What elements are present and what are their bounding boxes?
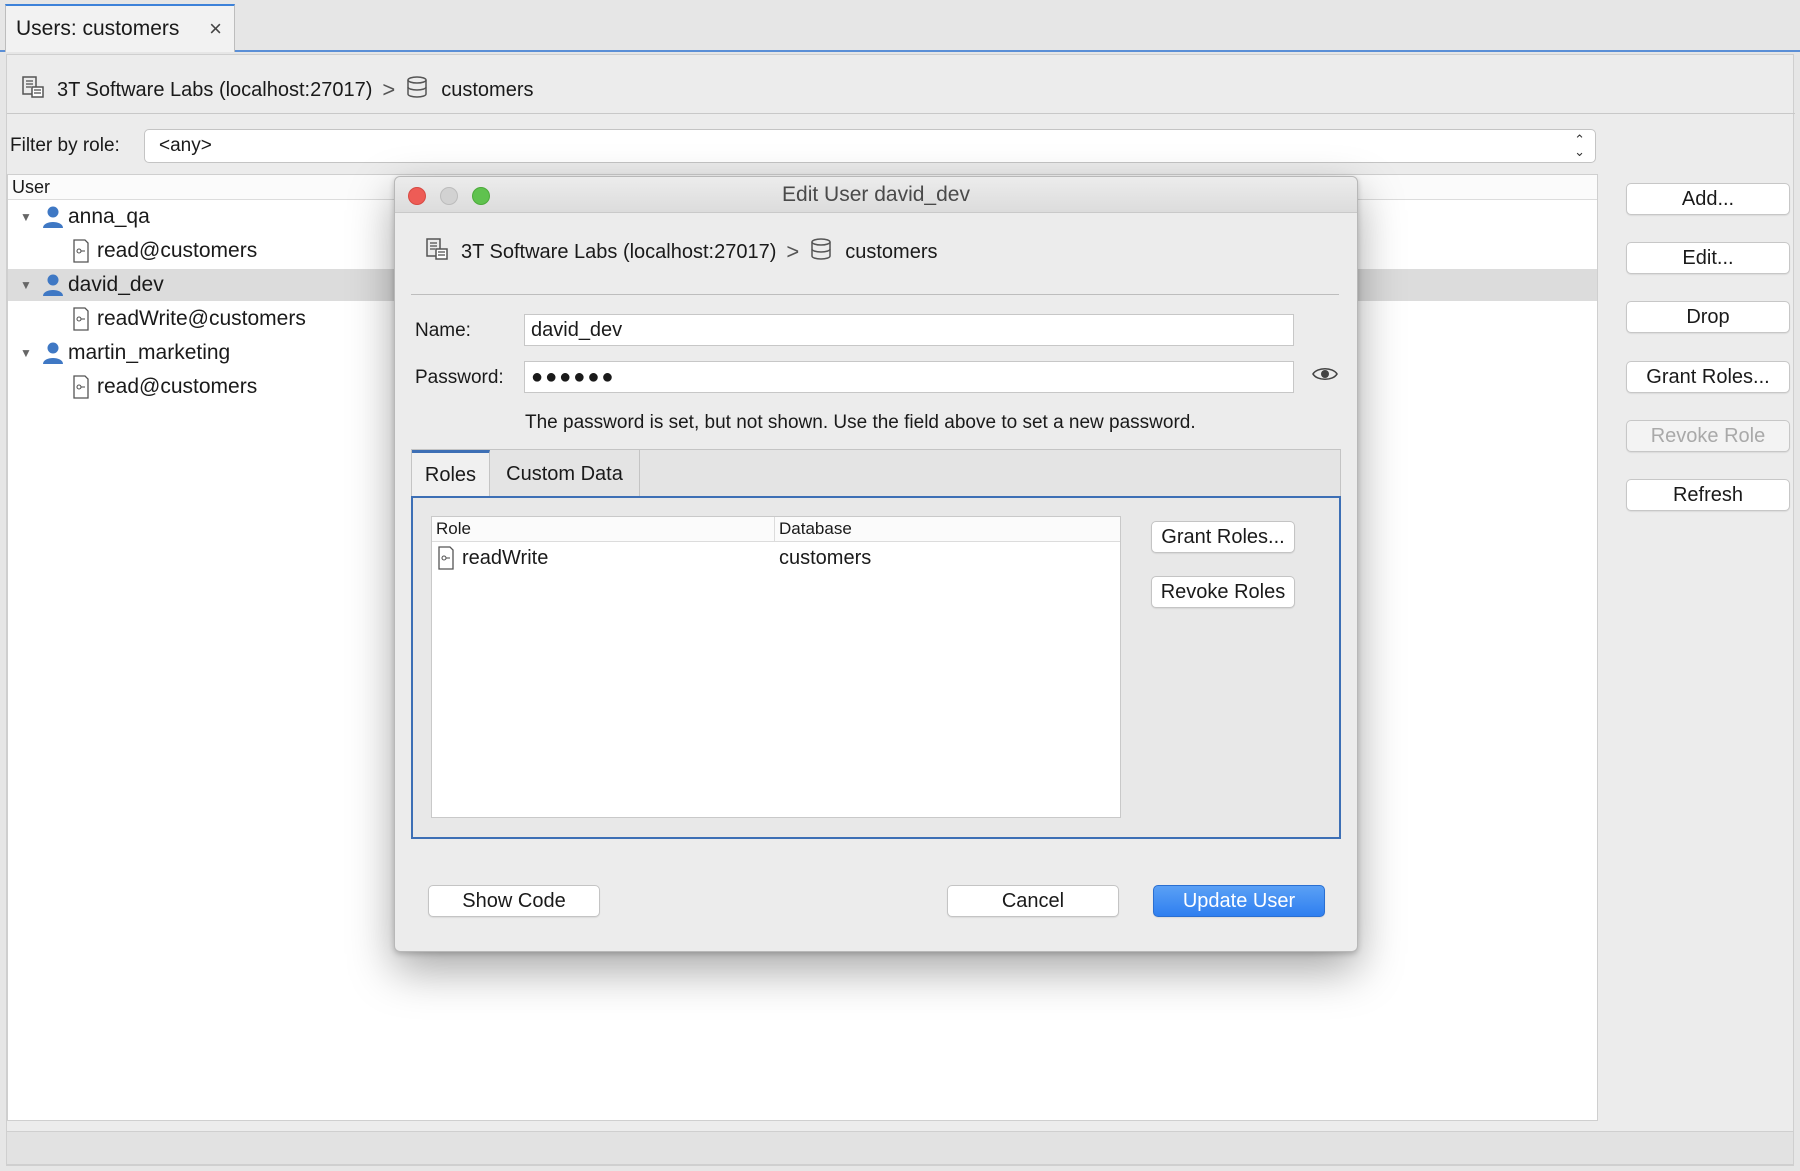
edit-button[interactable]: Edit...: [1626, 242, 1790, 274]
dialog-title: Edit User david_dev: [782, 182, 970, 206]
role-name: readWrite: [462, 546, 549, 569]
revoke-role-button[interactable]: Revoke Role: [1626, 420, 1790, 452]
column-header-role[interactable]: Role: [432, 517, 775, 541]
add-button[interactable]: Add...: [1626, 183, 1790, 215]
server-icon: [21, 75, 45, 105]
select-arrows-icon: ⌃ ⌄: [1574, 132, 1585, 159]
tab-custom-data[interactable]: Custom Data: [490, 450, 640, 498]
chevron-right-icon: >: [382, 77, 396, 102]
dialog-tabs: Roles Custom Data Role Database readWrit…: [411, 449, 1341, 839]
eye-icon[interactable]: [1312, 365, 1338, 383]
cancel-button[interactable]: Cancel: [947, 885, 1119, 917]
database-icon: [809, 237, 833, 267]
tab-users-customers[interactable]: Users: customers ×: [5, 4, 235, 52]
role-label: readWrite@customers: [97, 307, 306, 330]
dialog-grant-roles-button[interactable]: Grant Roles...: [1151, 521, 1295, 553]
status-bar: [6, 1131, 1794, 1165]
breadcrumb-connection[interactable]: 3T Software Labs (localhost:27017): [57, 79, 372, 102]
grant-roles-button[interactable]: Grant Roles...: [1626, 361, 1790, 393]
breadcrumb-database[interactable]: customers: [441, 79, 533, 102]
database-icon: [405, 75, 429, 105]
dialog-breadcrumb: 3T Software Labs (localhost:27017) > cus…: [425, 235, 937, 269]
roles-table-header: Role Database: [432, 517, 1120, 542]
filter-value: <any>: [159, 135, 212, 156]
name-label: Name:: [415, 320, 471, 341]
column-header-database[interactable]: Database: [775, 517, 852, 541]
close-window-button[interactable]: [408, 187, 426, 205]
role-icon: [438, 546, 454, 570]
dialog-breadcrumb-connection: 3T Software Labs (localhost:27017): [461, 240, 777, 263]
user-name: martin_marketing: [68, 341, 231, 364]
breadcrumb: 3T Software Labs (localhost:27017) > cus…: [21, 73, 533, 107]
role-label: read@customers: [97, 375, 258, 398]
dialog-breadcrumb-database: customers: [845, 240, 938, 263]
drop-button[interactable]: Drop: [1626, 301, 1790, 333]
zoom-window-button[interactable]: [472, 187, 490, 205]
filter-label: Filter by role:: [10, 135, 120, 156]
tab-roles[interactable]: Roles: [412, 450, 490, 498]
show-code-button[interactable]: Show Code: [428, 885, 600, 917]
disclosure-triangle-icon[interactable]: ▼: [20, 278, 34, 292]
refresh-button[interactable]: Refresh: [1626, 479, 1790, 511]
update-user-button[interactable]: Update User: [1153, 885, 1325, 917]
role-icon: [73, 375, 89, 399]
role-database: customers: [779, 546, 872, 569]
password-label: Password:: [415, 367, 504, 388]
role-icon: [73, 239, 89, 263]
user-icon: [43, 274, 63, 296]
user-name: david_dev: [68, 273, 164, 296]
chevron-right-icon: >: [786, 239, 800, 264]
dialog-titlebar[interactable]: Edit User david_dev: [395, 177, 1357, 213]
table-row[interactable]: readWrite customers: [432, 542, 1120, 574]
divider: [411, 294, 1339, 295]
divider: [7, 113, 1795, 114]
disclosure-triangle-icon[interactable]: ▼: [20, 346, 34, 360]
close-icon[interactable]: ×: [209, 16, 222, 42]
tab-bar: Users: customers ×: [0, 0, 1800, 52]
role-label: read@customers: [97, 239, 258, 262]
roles-table: Role Database readWrite customers: [431, 516, 1121, 818]
edit-user-dialog: Edit User david_dev 3T Software Labs (lo…: [394, 176, 1358, 952]
tab-title: Users: customers: [16, 17, 180, 40]
server-icon: [425, 237, 449, 267]
filter-role-select[interactable]: <any> ⌃ ⌄: [144, 129, 1596, 163]
dialog-revoke-roles-button[interactable]: Revoke Roles: [1151, 576, 1295, 608]
password-hint: The password is set, but not shown. Use …: [525, 412, 1196, 433]
user-icon: [43, 206, 63, 228]
user-icon: [43, 342, 63, 364]
tab-strip: Roles Custom Data: [411, 449, 1341, 498]
minimize-window-button[interactable]: [440, 187, 458, 205]
name-field[interactable]: david_dev: [524, 314, 1294, 346]
disclosure-triangle-icon[interactable]: ▼: [20, 210, 34, 224]
roles-tab-panel: Role Database readWrite customers Grant …: [411, 496, 1341, 839]
role-icon: [73, 307, 89, 331]
password-field[interactable]: ●●●●●●: [524, 361, 1294, 393]
user-name: anna_qa: [68, 205, 150, 228]
